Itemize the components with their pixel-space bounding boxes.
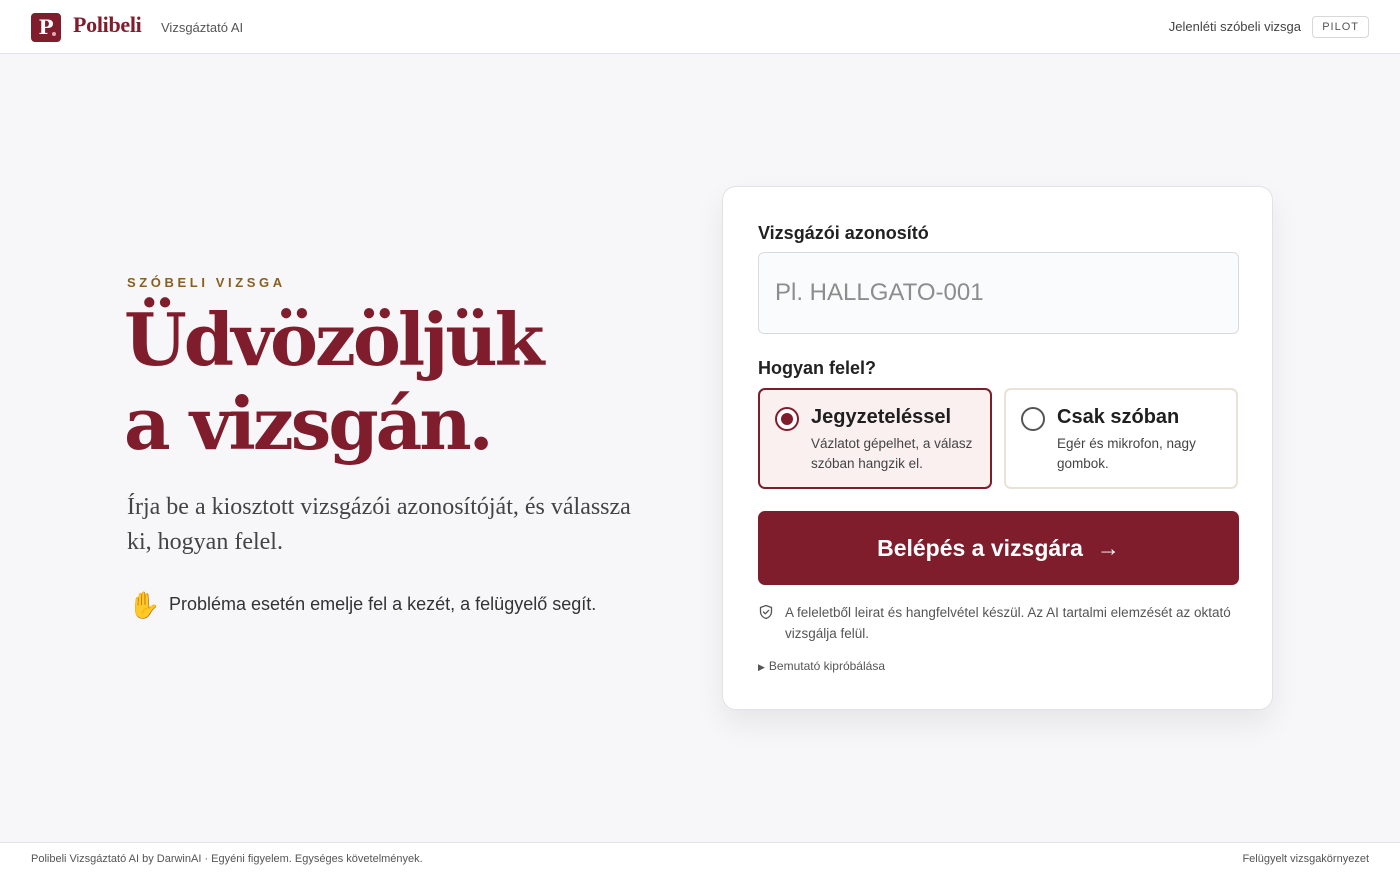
candidate-id-label: Vizsgázói azonosító [758, 223, 929, 243]
enter-exam-button[interactable]: Belépés a vizsgára → [758, 511, 1239, 585]
answer-mode-notes-option[interactable]: Jegyzeteléssel Vázlatot gépelhet, a vála… [758, 388, 992, 489]
brand-subtitle: Vizsgáztató AI [161, 20, 244, 35]
hero-eyebrow: SZÓBELI VIZSGA [127, 275, 286, 290]
top-bar: P Polibeli Vizsgáztató AI Jelenléti szób… [0, 0, 1400, 54]
radio-unselected-icon[interactable] [1021, 407, 1045, 431]
shield-check-icon [759, 604, 773, 620]
help-text: Probléma esetén emelje fel a kezét, a fe… [169, 594, 597, 614]
footer-left-text: Polibeli Vizsgáztató AI by DarwinAI · Eg… [31, 853, 423, 865]
option-title: Jegyzeteléssel [811, 406, 952, 428]
candidate-id-input[interactable] [758, 252, 1239, 334]
arrow-right-icon: → [1096, 534, 1120, 561]
demo-toggle[interactable]: ▶ Bemutató kipróbálása [758, 659, 885, 673]
hero-title: Üdvözöljük a vizsgán. [124, 298, 684, 466]
demo-label: Bemutató kipróbálása [768, 659, 885, 673]
exam-type-link[interactable]: Jelenléti szóbeli vizsga [1169, 19, 1301, 34]
option-description: Egér és mikrofon, nagy gombok. [1057, 436, 1196, 471]
raised-hand-icon: ✋ [128, 590, 161, 620]
polibeli-logo-icon[interactable]: P [31, 13, 61, 42]
option-description: Vázlatot gépelhet, a válasz szóban hangz… [811, 436, 973, 471]
enter-exam-label: Belépés a vizsgára [877, 534, 1083, 561]
disclosure-triangle-icon: ▶ [758, 662, 765, 672]
login-card: Vizsgázói azonosító Hogyan felel? Jegyze… [722, 186, 1273, 710]
radio-selected-icon[interactable] [775, 407, 799, 431]
pilot-badge: PILOT [1312, 16, 1369, 38]
logo-dot [52, 32, 56, 36]
answer-mode-label: Hogyan felel? [758, 358, 877, 378]
notice-text: A feleletből leirat és hangfelvétel kész… [785, 605, 1231, 641]
hero-title-line2: a vizsgán. [124, 381, 494, 466]
logo-letter: P [38, 15, 54, 39]
hero-title-line1: Üdvözöljük [124, 297, 545, 382]
brand-name[interactable]: Polibeli [73, 12, 142, 38]
hero-lead: Írja be a kiosztott vizsgázói azonosítój… [127, 494, 631, 555]
option-title: Csak szóban [1057, 406, 1180, 428]
footer-right-text: Felügyelt vizsgakörnyezet [1242, 853, 1369, 865]
footer: Polibeli Vizsgáztató AI by DarwinAI · Eg… [0, 842, 1400, 875]
answer-mode-oral-option[interactable]: Csak szóban Egér és mikrofon, nagy gombo… [1004, 388, 1238, 489]
